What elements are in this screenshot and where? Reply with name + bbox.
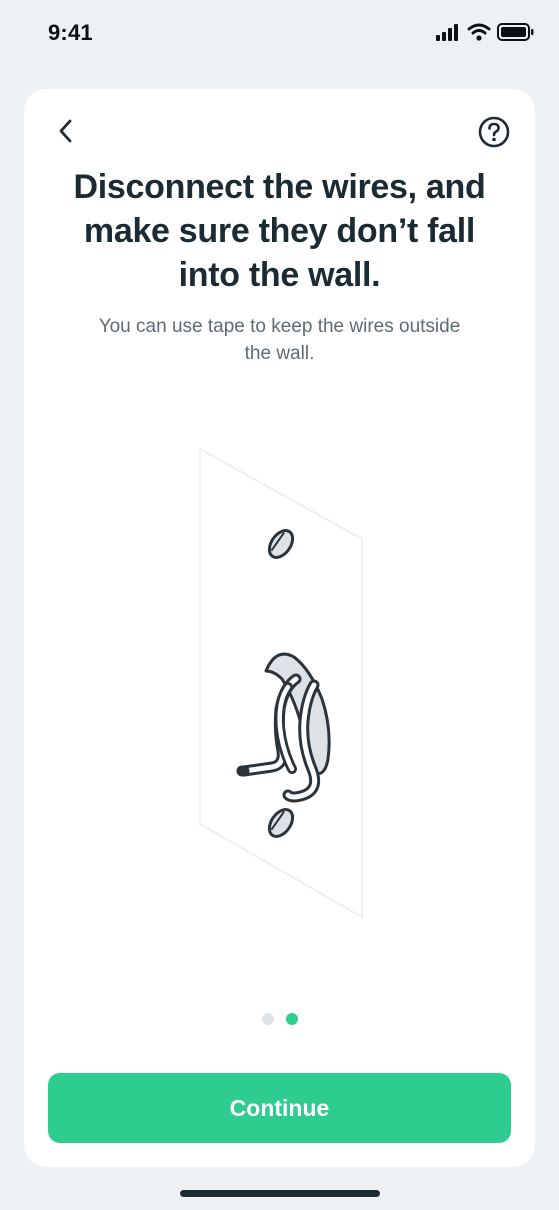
home-indicator[interactable] — [180, 1190, 380, 1197]
status-bar: 9:41 — [0, 0, 559, 70]
back-button[interactable] — [50, 115, 82, 147]
chevron-left-icon — [59, 119, 72, 143]
page-dot-2-active — [285, 1013, 298, 1025]
wifi-icon — [467, 23, 491, 41]
page-dot-1 — [261, 1013, 274, 1025]
bottom-screw — [267, 808, 295, 838]
status-time: 9:41 — [48, 20, 93, 45]
help-button[interactable] — [477, 115, 511, 149]
status-icons — [417, 22, 537, 46]
battery-icon — [497, 23, 534, 41]
instruction-card: Disconnect the wires, and make sure they… — [24, 89, 535, 1167]
wall-plate-outline — [199, 447, 363, 919]
page-subtitle: You can use tape to keep the wires outsi… — [98, 316, 461, 364]
page-title: Disconnect the wires, and make sure they… — [73, 168, 486, 294]
signal-icon — [436, 24, 458, 41]
top-screw — [267, 529, 295, 559]
question-circle-icon — [478, 116, 510, 148]
continue-button[interactable]: Continue — [48, 1073, 511, 1143]
page-indicator — [24, 1013, 535, 1027]
wall-plate-illustration — [199, 447, 363, 919]
